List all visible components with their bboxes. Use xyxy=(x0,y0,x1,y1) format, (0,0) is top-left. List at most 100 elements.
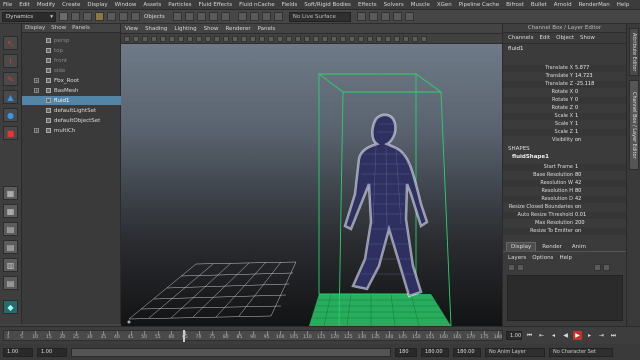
layer-menu-help[interactable]: Help xyxy=(559,255,572,261)
attribute-value[interactable]: 80 xyxy=(575,172,581,179)
attribute-value[interactable]: 42 xyxy=(575,180,581,187)
animation-end-field[interactable]: 180.00 xyxy=(453,347,481,357)
persp-outliner-layout-icon[interactable]: ▤ xyxy=(3,222,18,236)
new-scene-icon[interactable] xyxy=(59,12,68,21)
playback-start-field[interactable]: 1.00 xyxy=(37,347,67,357)
viewport-tool-icon[interactable] xyxy=(385,35,391,42)
outliner-item[interactable]: top xyxy=(22,46,121,55)
play-backward-icon[interactable]: ◀ xyxy=(561,331,570,340)
layer-list[interactable] xyxy=(507,275,623,321)
current-frame-field[interactable]: 1.00 xyxy=(506,331,522,340)
new-layer-icon[interactable] xyxy=(594,264,601,271)
viewport-tool-icon[interactable] xyxy=(304,35,310,42)
viewport-tool-icon[interactable] xyxy=(340,35,346,42)
viewport-tool-icon[interactable] xyxy=(394,35,400,42)
attribute-value[interactable]: 0 xyxy=(575,89,578,96)
attribute-value[interactable]: -25.118 xyxy=(575,81,594,88)
menu-bullet[interactable]: Bullet xyxy=(531,2,547,8)
go-to-end-icon[interactable]: ⏭ xyxy=(609,331,618,340)
channel-attribute[interactable]: Base Resolution 80 xyxy=(503,172,627,179)
layer-menu-options[interactable]: Options xyxy=(532,255,553,261)
menu-help[interactable]: Help xyxy=(617,2,630,8)
viewport-tool-icon[interactable] xyxy=(349,35,355,42)
cb-menu-edit[interactable]: Edit xyxy=(539,35,550,41)
show-attribute-editor-icon[interactable] xyxy=(380,12,390,21)
anim-layer-dropdown[interactable]: No Anim Layer xyxy=(485,347,545,357)
menu-assets[interactable]: Assets xyxy=(143,2,161,8)
attribute-value[interactable]: 1 xyxy=(575,121,578,128)
snap-grid-icon[interactable] xyxy=(172,12,182,21)
snap-point-icon[interactable] xyxy=(196,12,206,21)
expand-icon[interactable]: + xyxy=(34,88,39,93)
expand-icon[interactable]: + xyxy=(34,128,39,133)
viewport-menu-shading[interactable]: Shading xyxy=(145,26,167,32)
menu-window[interactable]: Window xyxy=(115,2,137,8)
outliner-item[interactable]: fluid1 xyxy=(22,96,121,105)
tab-display[interactable]: Display xyxy=(506,242,537,251)
channel-attribute[interactable]: Resolution D 42 xyxy=(503,196,627,203)
viewport-tool-icon[interactable] xyxy=(286,35,292,42)
step-forward-key-icon[interactable]: ⇥ xyxy=(597,331,606,340)
menu-soft-rigid-bodies[interactable]: Soft/Rigid Bodies xyxy=(304,2,351,8)
attribute-value[interactable]: on xyxy=(575,137,581,144)
scale-tool-icon[interactable]: ■ xyxy=(3,126,18,140)
attribute-value[interactable]: on xyxy=(575,204,581,211)
menu-fluid-ncache[interactable]: Fluid nCache xyxy=(239,2,275,8)
menu-solvers[interactable]: Solvers xyxy=(384,2,404,8)
range-end-label[interactable]: 180 xyxy=(395,347,417,357)
outliner-item[interactable]: defaultLightSet xyxy=(22,106,121,115)
outliner-item[interactable]: + multiCh xyxy=(22,126,121,135)
viewport-tool-icon[interactable] xyxy=(412,35,418,42)
tab-render[interactable]: Render xyxy=(538,243,566,251)
open-scene-icon[interactable] xyxy=(71,12,80,21)
four-view-layout-icon[interactable]: ▦ xyxy=(3,204,18,218)
viewport-tool-icon[interactable] xyxy=(376,35,382,42)
channel-attribute[interactable]: Rotate X0 xyxy=(503,89,627,96)
step-forward-frame-icon[interactable]: ▸ xyxy=(585,331,594,340)
viewport-tool-icon[interactable] xyxy=(151,35,157,42)
channel-attribute[interactable]: Translate X 5.877 xyxy=(503,65,627,72)
channel-attribute[interactable]: Scale X1 xyxy=(503,113,627,120)
cb-menu-show[interactable]: Show xyxy=(580,35,595,41)
viewport-tool-icon[interactable] xyxy=(133,35,139,42)
character-set-dropdown[interactable]: No Character Set xyxy=(549,347,613,357)
channel-attribute[interactable]: Rotate Y0 xyxy=(503,97,627,104)
viewport-menu-view[interactable]: View xyxy=(125,26,138,32)
channel-attribute[interactable]: Scale Z1 xyxy=(503,129,627,136)
menu-muscle[interactable]: Muscle xyxy=(411,2,430,8)
viewport-tool-icon[interactable] xyxy=(214,35,220,42)
step-back-key-icon[interactable]: ⇤ xyxy=(537,331,546,340)
viewport-tool-icon[interactable] xyxy=(124,35,130,42)
render-icon[interactable] xyxy=(249,12,259,21)
select-hierarchy-icon[interactable] xyxy=(95,12,104,21)
new-layer-selected-icon[interactable] xyxy=(603,264,610,271)
single-perspective-layout-icon[interactable]: ▦ xyxy=(3,186,18,200)
attribute-value[interactable]: 42 xyxy=(575,196,581,203)
viewport-tool-icon[interactable] xyxy=(277,35,283,42)
select-tool-icon[interactable]: ↖ xyxy=(3,36,18,50)
viewport-tool-icon[interactable] xyxy=(169,35,175,42)
viewport-tool-icon[interactable] xyxy=(358,35,364,42)
menu-bifrost[interactable]: Bifrost xyxy=(506,2,524,8)
layer-down-icon[interactable] xyxy=(517,264,524,271)
attribute-value[interactable]: 200 xyxy=(575,220,585,227)
menu-edit[interactable]: Edit xyxy=(19,2,30,8)
menu-fluid-effects[interactable]: Fluid Effects xyxy=(198,2,232,8)
outliner-item[interactable]: persp xyxy=(22,36,121,45)
rotate-tool-icon[interactable]: ● xyxy=(3,108,18,122)
menu-create[interactable]: Create xyxy=(62,2,80,8)
viewport-tool-icon[interactable] xyxy=(187,35,193,42)
attribute-value[interactable]: 1 xyxy=(575,164,578,171)
channel-attribute[interactable]: Resolution W 42 xyxy=(503,180,627,187)
cb-menu-channels[interactable]: Channels xyxy=(508,35,533,41)
channel-box-object-name[interactable]: fluid1 xyxy=(503,44,626,53)
viewport-tool-icon[interactable] xyxy=(367,35,373,42)
outliner-menu-show[interactable]: Show xyxy=(51,25,66,31)
outliner-item[interactable]: defaultObjectSet xyxy=(22,116,121,125)
viewport-tool-icon[interactable] xyxy=(178,35,184,42)
attribute-value[interactable]: 5.877 xyxy=(575,65,589,72)
outliner-item[interactable]: front xyxy=(22,56,121,65)
viewport-tool-icon[interactable] xyxy=(313,35,319,42)
viewport-tool-icon[interactable] xyxy=(232,35,238,42)
tab-channel-box-layer-editor[interactable]: Channel Box / Layer Editor xyxy=(629,80,639,170)
